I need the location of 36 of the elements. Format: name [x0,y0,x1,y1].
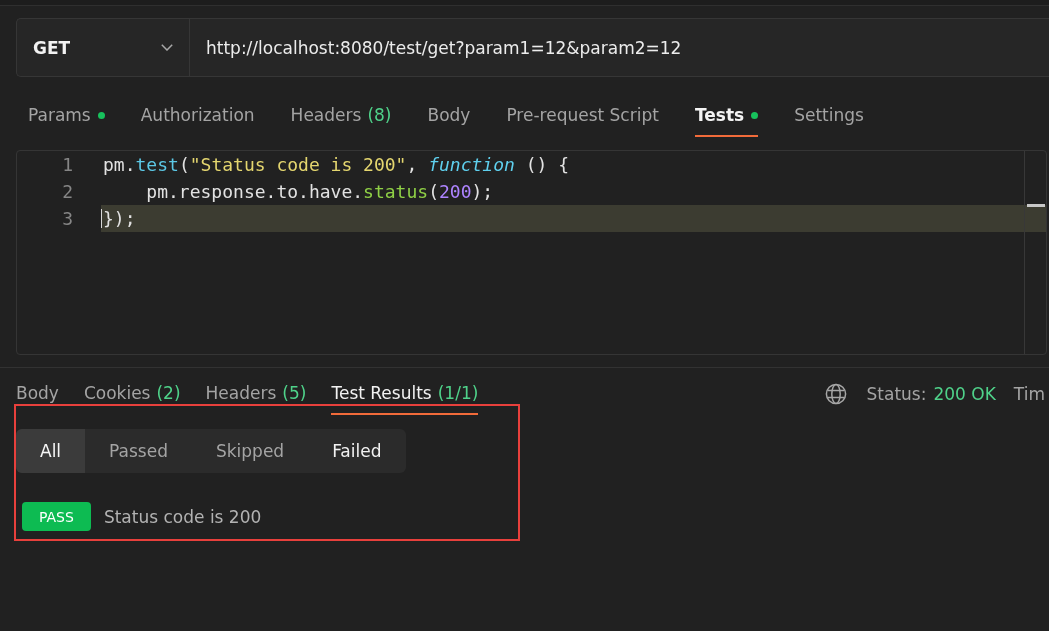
response-tab[interactable]: Cookies (2) [83,368,181,415]
code-editor[interactable]: 1 2 3 pm.test("Status code is 200", function () { pm.response.to.have.status(200); }); [16,150,1047,355]
request-tab[interactable]: Headers (8) [290,95,392,137]
response-tab[interactable]: Headers (5) [205,368,307,415]
request-tab[interactable]: Body [427,95,471,137]
response-tab[interactable]: Test Results (1/1) [331,368,479,415]
filter-tab[interactable]: Failed [308,429,406,473]
line-number: 2 [61,180,74,204]
request-tab[interactable]: Params [28,95,105,137]
code-line: pm.test("Status code is 200", function () { [103,153,570,177]
url-field[interactable]: http://localhost:8080/test/get?param1=12&param2=12 [190,19,1049,76]
code-line: pm.response.to.have.status(200); [145,180,494,204]
method-dropdown[interactable]: GET [17,19,190,76]
status-dot-icon [97,111,105,119]
test-name: Status code is 200 [103,506,262,527]
filter-tab[interactable]: Passed [85,429,192,473]
caret-icon [161,44,173,51]
request-tab[interactable]: Authorization [140,95,255,137]
filter-tab[interactable]: All [16,429,86,473]
request-tab[interactable]: Tests [694,95,759,137]
request-tab[interactable]: Settings [794,95,864,137]
request-tab[interactable]: Pre-request Script [506,95,659,137]
result-badge: PASS [22,502,91,531]
line-number: 3 [61,207,74,231]
scrollbar-track[interactable] [1024,151,1046,354]
status-label: Status: [866,384,927,404]
scroll-marker [1027,204,1045,207]
globe-icon[interactable] [824,383,847,405]
text-cursor [101,209,102,228]
response-tab[interactable]: Body [16,368,59,415]
code-line: }); [103,207,136,231]
filter-tab[interactable]: Skipped [191,429,309,473]
status-dot-icon [751,111,759,119]
line-number: 1 [61,153,74,177]
status-value: 200 OK [933,384,996,404]
time-label: Tim [1013,384,1045,404]
